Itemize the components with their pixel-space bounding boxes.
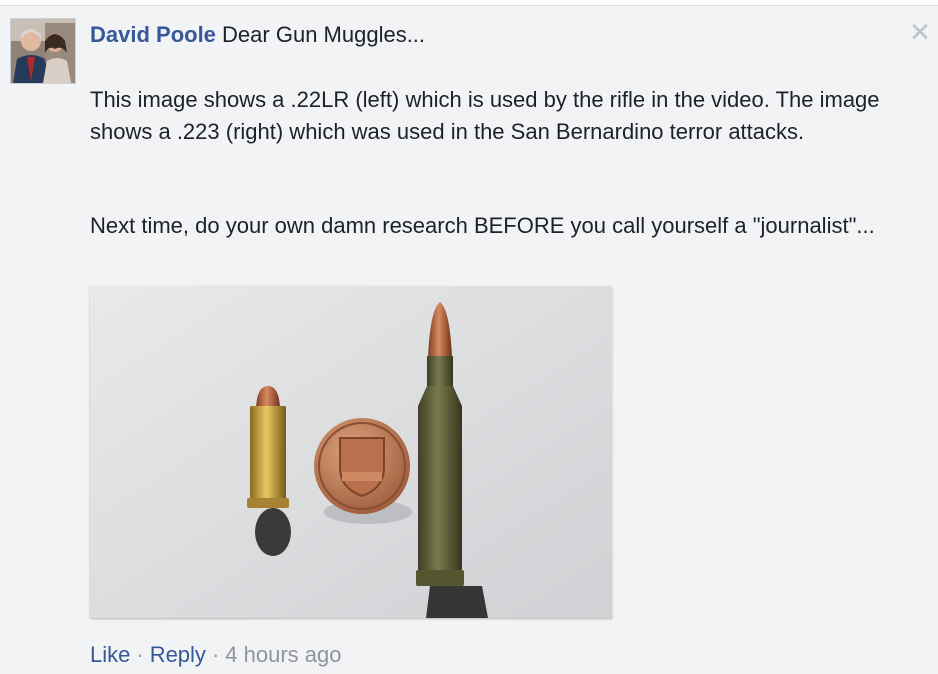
- comment: ✕ David Poole Dear Gun Muggles... This i…: [0, 6, 938, 674]
- separator: ·: [211, 642, 220, 667]
- comment-first-line: Dear Gun Muggles...: [222, 22, 426, 47]
- attached-photo[interactable]: [90, 286, 612, 618]
- like-link[interactable]: Like: [90, 642, 130, 667]
- separator: ·: [136, 642, 144, 667]
- author-link[interactable]: David Poole: [90, 22, 216, 47]
- comment-paragraph-1: This image shows a .22LR (left) which is…: [90, 87, 880, 144]
- cartridges-image: [90, 286, 612, 618]
- close-icon[interactable]: ✕: [908, 19, 932, 45]
- avatar[interactable]: [10, 18, 76, 84]
- timestamp[interactable]: 4 hours ago: [225, 642, 341, 667]
- comment-header: David Poole Dear Gun Muggles...: [90, 20, 890, 50]
- reply-link[interactable]: Reply: [150, 642, 206, 667]
- avatar-image: [11, 19, 75, 83]
- comment-actions: Like · Reply · 4 hours ago: [90, 640, 341, 670]
- comment-body: David Poole Dear Gun Muggles... This ima…: [90, 20, 890, 238]
- comment-paragraph-2: Next time, do your own damn research BEF…: [90, 213, 875, 238]
